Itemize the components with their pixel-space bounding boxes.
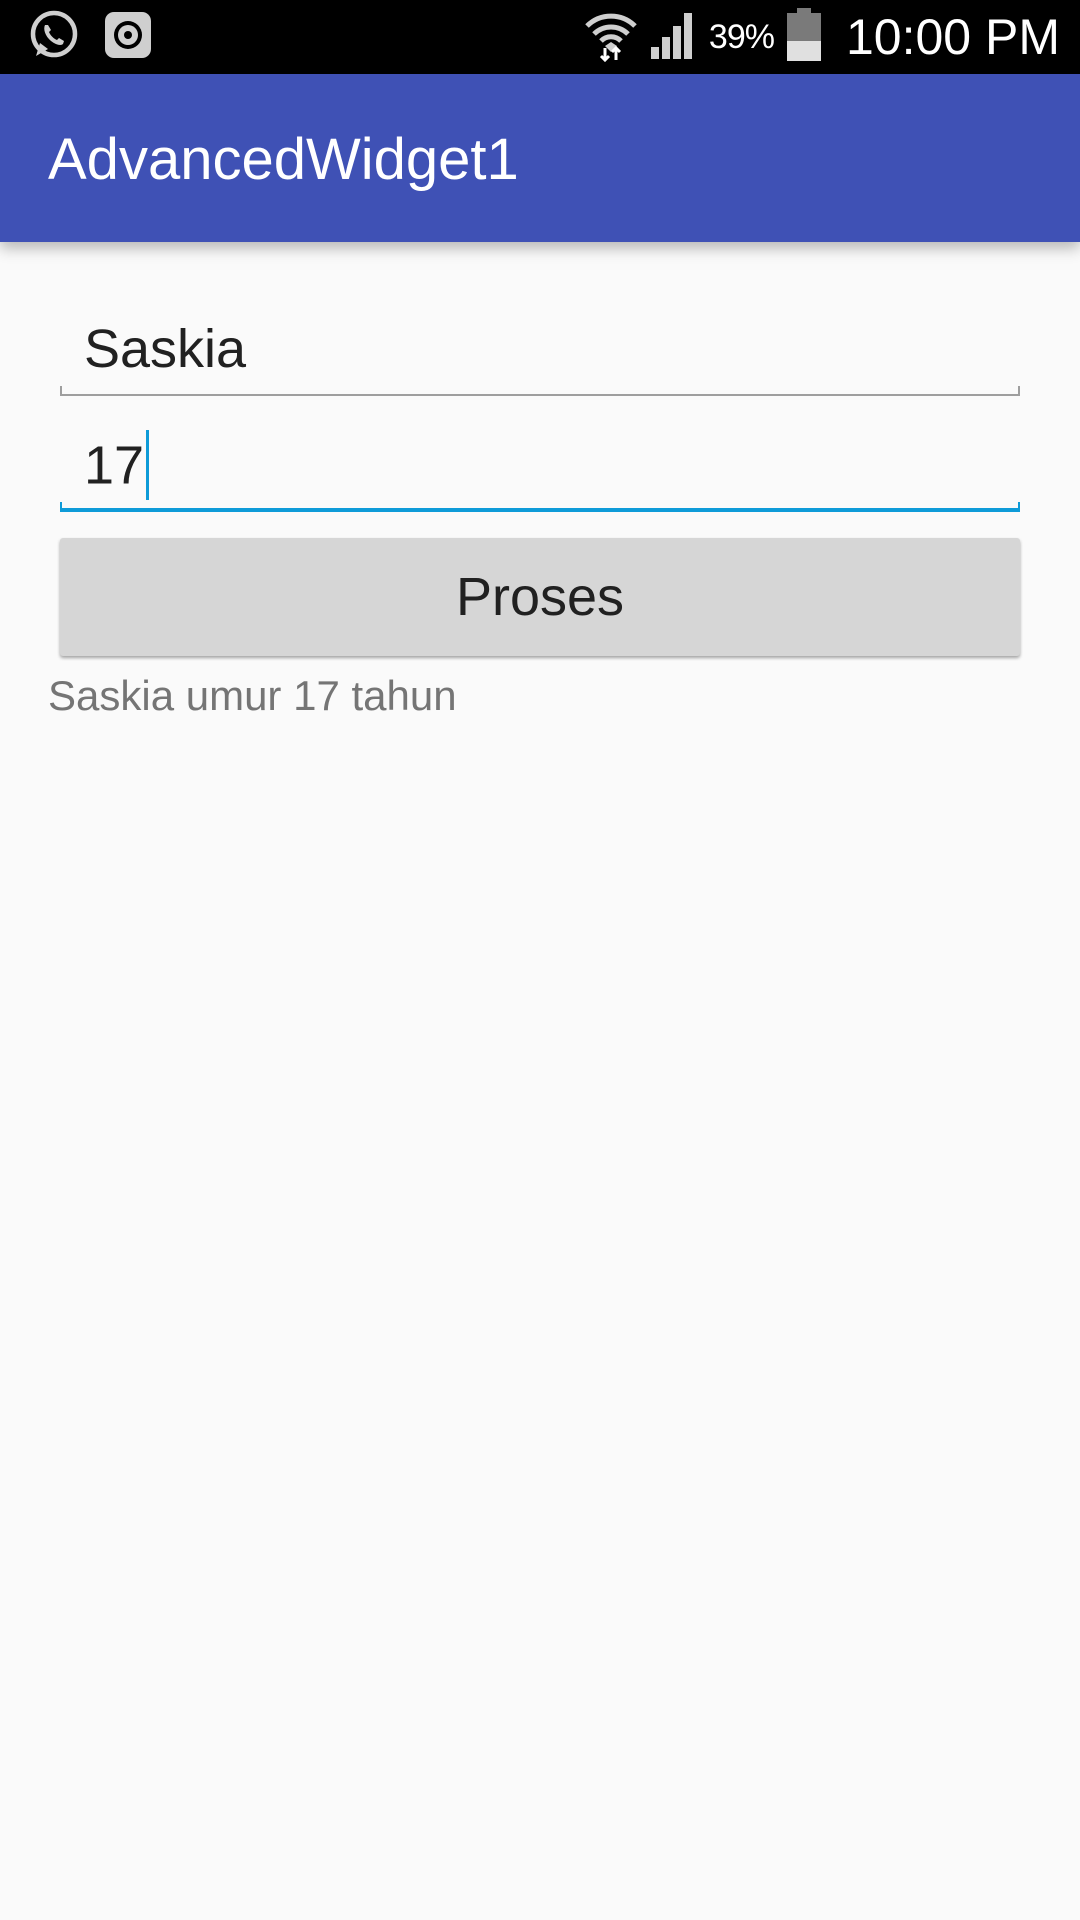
status-bar: 39% 10:00 PM [0,0,1080,74]
music-app-icon [102,9,154,66]
result-text: Saskia umur 17 tahun [48,672,457,719]
age-field[interactable]: 17 [60,420,1020,512]
age-field-value: 17 [84,435,145,496]
age-field-value-wrapper: 17 [84,430,150,504]
app-title: AdvancedWidget1 [48,127,519,192]
battery-percent: 39% [708,17,775,56]
text-cursor [146,430,150,500]
wifi-icon [583,8,639,67]
system-indicators: 39% 10:00 PM [583,0,1060,74]
name-field[interactable]: Saskia [60,304,1020,396]
name-field-value: Saskia [84,319,247,379]
app-bar: AdvancedWidget1 [0,74,1080,242]
clock: 10:00 PM [845,9,1060,65]
proses-button[interactable]: Proses [60,538,1020,656]
whatsapp-icon [28,9,80,66]
battery-icon [784,7,824,68]
name-field-underline [60,386,1020,396]
notification-icons [28,10,154,64]
age-field-underline [60,502,1020,512]
signal-icon [649,9,699,66]
